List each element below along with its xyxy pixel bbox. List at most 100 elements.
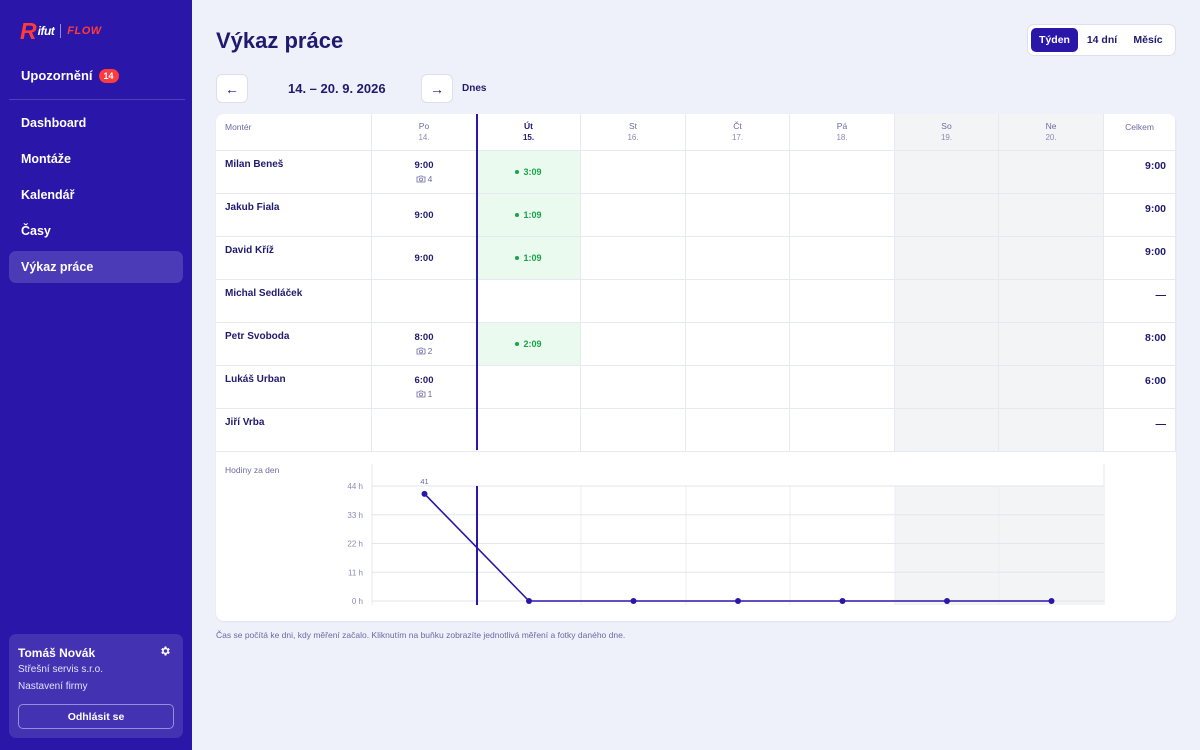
- range-tab-1[interactable]: 14 dní: [1078, 28, 1126, 52]
- day-cell[interactable]: [895, 409, 999, 452]
- day-cell[interactable]: 9:00: [372, 194, 477, 237]
- sidebar-divider: [9, 99, 185, 100]
- day-cell[interactable]: [581, 237, 686, 280]
- day-cell[interactable]: [999, 366, 1104, 409]
- data-point: [735, 598, 741, 604]
- day-cell[interactable]: [895, 366, 999, 409]
- day-cell[interactable]: [581, 151, 686, 194]
- range-tab-0[interactable]: Týden: [1031, 28, 1078, 52]
- row-total: 9:00: [1104, 151, 1176, 194]
- day-cell[interactable]: [790, 323, 895, 366]
- row-worker-name[interactable]: Petr Svoboda: [216, 323, 372, 366]
- company-settings-link[interactable]: Nastavení firmy: [18, 681, 87, 692]
- day-cell[interactable]: [790, 151, 895, 194]
- day-cell[interactable]: [686, 409, 790, 452]
- day-cell[interactable]: [581, 409, 686, 452]
- notifications-link[interactable]: Upozornění 14: [21, 68, 119, 83]
- photo-count-value: 4: [427, 174, 433, 184]
- day-cell[interactable]: [581, 366, 686, 409]
- user-name: Tomáš Novák: [18, 646, 96, 660]
- notifications-badge: 14: [98, 68, 119, 83]
- photo-count: 4: [416, 174, 433, 184]
- day-cell[interactable]: [581, 323, 686, 366]
- brand-logo[interactable]: R ifut FLOW: [20, 18, 102, 44]
- next-week-button[interactable]: →: [421, 74, 453, 103]
- day-cell[interactable]: [790, 194, 895, 237]
- day-cell[interactable]: [686, 366, 790, 409]
- logout-button[interactable]: Odhlásit se: [18, 704, 174, 729]
- sidebar-item-0[interactable]: Dashboard: [9, 107, 183, 139]
- day-cell[interactable]: [999, 194, 1104, 237]
- day-cell[interactable]: [686, 323, 790, 366]
- day-cell[interactable]: [790, 366, 895, 409]
- sidebar-item-3[interactable]: Časy: [9, 215, 183, 247]
- day-cell[interactable]: 1:09: [477, 194, 581, 237]
- photo-count-value: 1: [427, 389, 433, 399]
- day-cell[interactable]: 6:00 1: [372, 366, 477, 409]
- day-cell[interactable]: 1:09: [477, 237, 581, 280]
- y-tick-label: 11 h: [348, 568, 363, 577]
- user-card: Tomáš Novák Střešní servis s.r.o. Nastav…: [9, 634, 183, 738]
- day-cell[interactable]: [686, 151, 790, 194]
- row-worker-name[interactable]: David Kříž: [216, 237, 372, 280]
- day-cell[interactable]: [895, 323, 999, 366]
- day-cell[interactable]: 2:09: [477, 323, 581, 366]
- day-cell[interactable]: [686, 194, 790, 237]
- sidebar-item-1[interactable]: Montáže: [9, 143, 183, 175]
- day-cell[interactable]: [477, 280, 581, 323]
- running-timer: 3:09: [515, 167, 542, 177]
- prev-week-button[interactable]: ←: [216, 74, 248, 103]
- running-timer: 2:09: [515, 339, 542, 349]
- day-cell[interactable]: 9:00 4: [372, 151, 477, 194]
- live-indicator-icon: [515, 256, 520, 260]
- range-tab-2[interactable]: Měsíc: [1126, 28, 1170, 52]
- day-cell[interactable]: 9:00: [372, 237, 477, 280]
- hours-value: 9:00: [414, 160, 434, 171]
- today-link[interactable]: Dnes: [462, 83, 486, 94]
- day-name: St: [628, 121, 638, 131]
- footnote: Čas se počítá ke dni, kdy měření začalo.…: [216, 630, 626, 640]
- sidebar-item-2[interactable]: Kalendář: [9, 179, 183, 211]
- day-cell[interactable]: [999, 280, 1104, 323]
- day-cell[interactable]: 8:00 2: [372, 323, 477, 366]
- weekend-band: [895, 486, 999, 605]
- row-worker-name[interactable]: Lukáš Urban: [216, 366, 372, 409]
- column-header-day: Po 14.: [372, 114, 477, 151]
- day-cell[interactable]: [790, 237, 895, 280]
- sidebar: R ifut FLOW Upozornění 14 Dashboard Montá…: [0, 0, 192, 750]
- day-cell[interactable]: [895, 194, 999, 237]
- row-worker-name[interactable]: Jakub Fiala: [216, 194, 372, 237]
- column-header-day: Ne 20.: [999, 114, 1104, 151]
- data-point: [421, 490, 428, 497]
- day-cell[interactable]: [372, 280, 477, 323]
- day-cell[interactable]: [686, 280, 790, 323]
- row-worker-name[interactable]: Michal Sedláček: [216, 280, 372, 323]
- day-cell[interactable]: [477, 409, 581, 452]
- day-cell[interactable]: [372, 409, 477, 452]
- day-cell[interactable]: [895, 237, 999, 280]
- sidebar-item-4[interactable]: Výkaz práce: [9, 251, 183, 283]
- day-cell[interactable]: [477, 366, 581, 409]
- day-date: 19.: [940, 133, 953, 142]
- row-worker-name[interactable]: Milan Beneš: [216, 151, 372, 194]
- range-switcher: Týden 14 dní Měsíc: [1027, 24, 1176, 56]
- day-cell[interactable]: [790, 409, 895, 452]
- logo-r-mark: R: [20, 18, 37, 44]
- day-cell[interactable]: [686, 237, 790, 280]
- day-cell[interactable]: [999, 323, 1104, 366]
- day-name: So: [941, 121, 952, 131]
- day-cell[interactable]: [895, 151, 999, 194]
- hours-value: 9:00: [414, 209, 434, 221]
- gear-icon[interactable]: [159, 645, 171, 657]
- day-cell[interactable]: [999, 237, 1104, 280]
- row-worker-name[interactable]: Jiří Vrba: [216, 409, 372, 452]
- day-cell[interactable]: 3:09: [477, 151, 581, 194]
- day-cell[interactable]: [790, 280, 895, 323]
- day-cell[interactable]: [581, 280, 686, 323]
- hours-value: 9:00: [414, 252, 434, 264]
- camera-icon: [416, 347, 426, 355]
- day-cell[interactable]: [581, 194, 686, 237]
- day-cell[interactable]: [999, 151, 1104, 194]
- day-cell[interactable]: [895, 280, 999, 323]
- day-cell[interactable]: [999, 409, 1104, 452]
